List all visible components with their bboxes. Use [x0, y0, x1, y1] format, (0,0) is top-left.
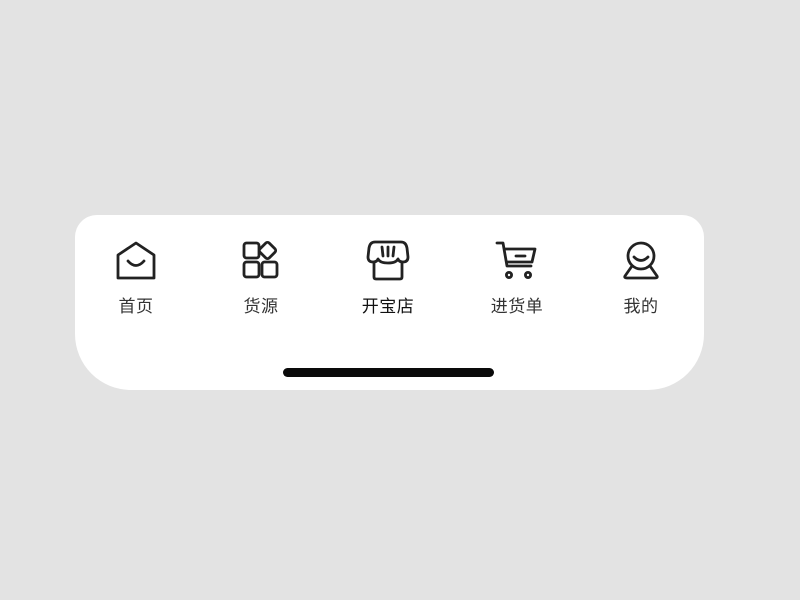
- cart-icon: [495, 239, 539, 283]
- categories-icon: [239, 239, 283, 283]
- tab-open-shop-label: 开宝店: [361, 297, 415, 317]
- tab-cart-label: 进货单: [490, 297, 544, 317]
- tab-cart[interactable]: 进货单: [462, 239, 572, 323]
- profile-icon: [619, 239, 663, 283]
- tab-categories-label: 货源: [243, 297, 279, 317]
- tab-open-shop[interactable]: 开宝店: [333, 239, 443, 323]
- bottom-tab-bar: 首页 货源 开宝店 进货单 我的: [75, 215, 704, 390]
- tab-categories[interactable]: 货源: [206, 239, 316, 323]
- tab-home[interactable]: 首页: [81, 239, 191, 323]
- shop-icon: [366, 239, 410, 283]
- tab-profile[interactable]: 我的: [586, 239, 696, 323]
- home-indicator[interactable]: [283, 368, 494, 377]
- tab-home-label: 首页: [118, 297, 154, 317]
- home-icon: [114, 239, 158, 283]
- tab-profile-label: 我的: [623, 297, 659, 317]
